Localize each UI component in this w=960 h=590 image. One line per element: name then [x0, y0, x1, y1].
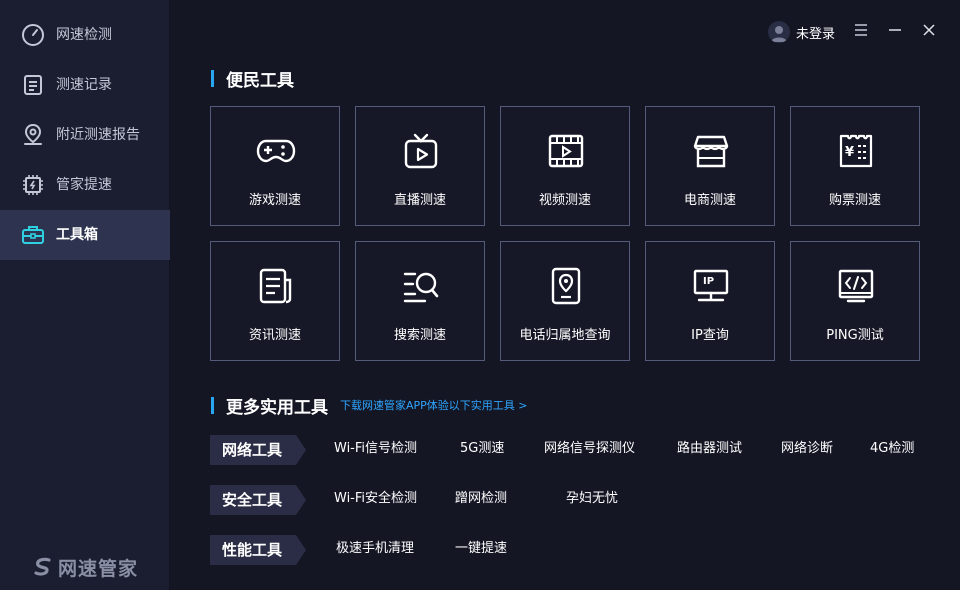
- document-list-icon: [24, 75, 42, 95]
- tool-pregnancy-safe[interactable]: 孕妇无忧: [566, 489, 618, 509]
- sidebar-item-speed-test[interactable]: 网速检测: [0, 10, 170, 60]
- section-title-text: 更多实用工具: [226, 397, 328, 418]
- brand-name: 网速管家: [58, 557, 139, 580]
- brand-swirl-icon: [34, 557, 51, 576]
- tv-live-icon: [404, 133, 438, 169]
- section-title-text: 便民工具: [226, 70, 294, 91]
- tile-phone-location[interactable]: 电话归属地查询: [500, 241, 630, 361]
- ip-monitor-icon: IP: [693, 269, 729, 302]
- section-accent-bar: [211, 396, 214, 414]
- tile-ticket-speed[interactable]: ¥ 购票测速: [790, 106, 920, 226]
- toolbox-icon: [22, 226, 44, 244]
- menu-icon[interactable]: [853, 22, 869, 38]
- video-film-icon: [548, 134, 584, 168]
- chip-boost-icon: [23, 175, 43, 195]
- tool-wifi-security[interactable]: Wi-Fi安全检测: [334, 489, 417, 509]
- sidebar-item-toolbox[interactable]: 工具箱: [0, 210, 170, 260]
- sidebar-item-speed-records[interactable]: 测速记录: [0, 60, 170, 110]
- avatar: [768, 21, 790, 43]
- tile-ping-test[interactable]: PING测试: [790, 241, 920, 361]
- svg-text:IP: IP: [703, 276, 714, 287]
- section-title-more-tools: 更多实用工具 下载网速管家APP体验以下实用工具 >: [211, 395, 528, 418]
- sidebar-item-nearby-report[interactable]: 附近测速报告: [0, 110, 170, 160]
- minimize-icon[interactable]: [887, 22, 903, 38]
- login-button[interactable]: 未登录: [768, 19, 835, 45]
- tool-freeloader-detect[interactable]: 蹭网检测: [455, 489, 507, 509]
- tile-ip-query[interactable]: IP IP查询: [645, 241, 775, 361]
- tool-phone-cleanup[interactable]: 极速手机清理: [336, 539, 414, 559]
- tile-label: 电商测速: [683, 193, 736, 208]
- tile-search-speed[interactable]: 搜索测速: [355, 241, 485, 361]
- tile-label: 搜索测速: [393, 328, 446, 343]
- tool-signal-detector[interactable]: 网络信号探测仪: [544, 439, 635, 459]
- code-monitor-icon: [838, 269, 874, 303]
- tool-one-click-boost[interactable]: 一键提速: [455, 539, 507, 559]
- phone-location-icon: [551, 267, 581, 305]
- sidebar-item-label: 网速检测: [56, 27, 112, 43]
- tile-live-speed[interactable]: 直播测速: [355, 106, 485, 226]
- tile-label: 直播测速: [393, 193, 446, 208]
- ticket-icon: ¥: [839, 134, 873, 168]
- tool-router-test[interactable]: 路由器测试: [677, 439, 742, 459]
- sidebar: 网速检测 测速记录 附近测速报告 管家提速 工具箱 网速管家: [0, 0, 170, 590]
- tool-5g-speed[interactable]: 5G测速: [460, 439, 504, 459]
- category-performance-tools: 性能工具: [210, 535, 306, 565]
- location-pin-icon: [24, 123, 42, 145]
- sidebar-item-boost[interactable]: 管家提速: [0, 160, 170, 210]
- tile-label: 资讯测速: [248, 328, 301, 343]
- category-network-tools: 网络工具: [210, 435, 306, 465]
- speedometer-icon: [22, 24, 44, 46]
- close-icon[interactable]: [921, 22, 937, 38]
- tool-4g-check[interactable]: 4G检测: [870, 439, 914, 459]
- tile-ecommerce-speed[interactable]: 电商测速: [645, 106, 775, 226]
- news-icon: [259, 268, 292, 304]
- sidebar-item-label: 测速记录: [56, 77, 112, 93]
- tile-label: 购票测速: [828, 193, 881, 208]
- user-avatar-icon: [771, 26, 787, 42]
- tile-video-speed[interactable]: 视频测速: [500, 106, 630, 226]
- sidebar-item-label: 附近测速报告: [56, 127, 140, 143]
- section-title-convenience: 便民工具: [211, 68, 294, 91]
- brand-logo: 网速管家: [32, 552, 138, 582]
- sidebar-item-label: 管家提速: [56, 177, 112, 193]
- tool-wifi-signal[interactable]: Wi-Fi信号检测: [334, 439, 417, 459]
- tile-label: PING测试: [826, 328, 884, 343]
- tile-game-speed[interactable]: 游戏测速: [210, 106, 340, 226]
- sidebar-item-label: 工具箱: [56, 227, 98, 243]
- tile-label: 电话归属地查询: [519, 328, 611, 343]
- svg-text:¥: ¥: [845, 145, 854, 160]
- tile-label: 游戏测速: [248, 193, 301, 208]
- tile-label: IP查询: [691, 328, 729, 343]
- category-security-tools: 安全工具: [210, 485, 306, 515]
- shop-store-icon: [693, 135, 729, 168]
- section-accent-bar: [211, 69, 214, 87]
- login-status: 未登录: [796, 26, 836, 42]
- tile-news-speed[interactable]: 资讯测速: [210, 241, 340, 361]
- gamepad-icon: [256, 139, 296, 163]
- tile-label: 视频测速: [538, 193, 591, 208]
- download-app-link[interactable]: 下载网速管家APP体验以下实用工具 >: [340, 397, 528, 413]
- search-list-icon: [403, 272, 439, 303]
- tool-network-diagnosis[interactable]: 网络诊断: [781, 439, 833, 459]
